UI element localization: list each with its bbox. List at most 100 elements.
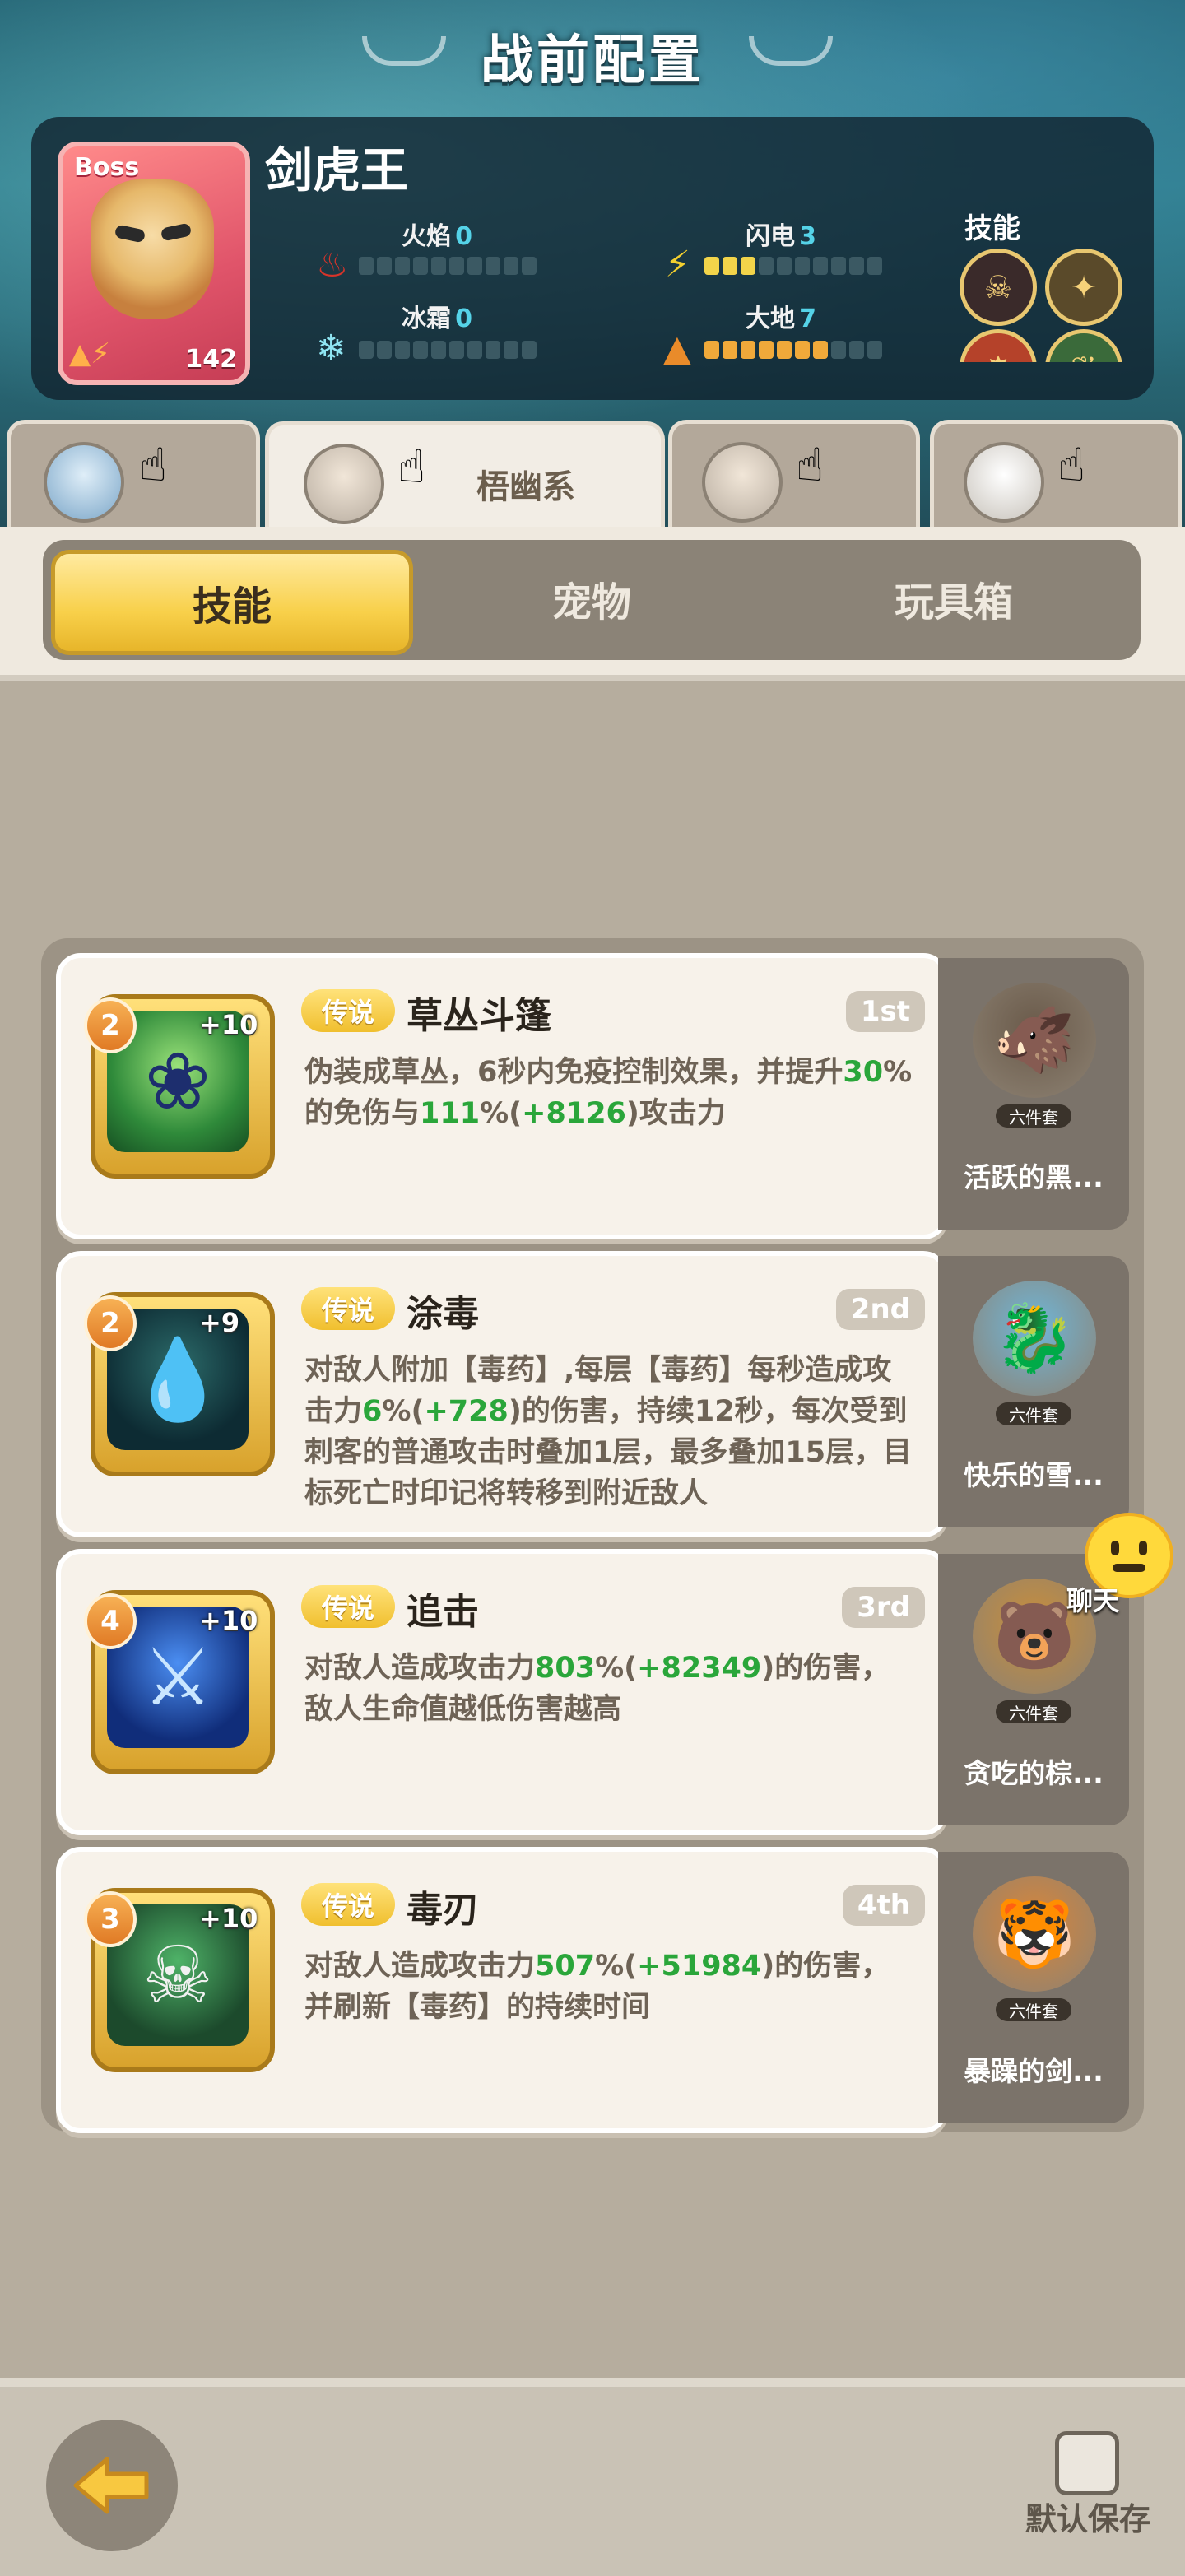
- progress-segment: [813, 341, 828, 359]
- attr-fire: 火焰 0: [402, 216, 472, 252]
- page-title: 战前配置: [481, 30, 704, 91]
- tab-skills[interactable]: 技能: [51, 550, 413, 655]
- skill-order-badge: 1st: [845, 991, 925, 1032]
- tab-pets[interactable]: 宠物: [415, 550, 769, 647]
- tab-toybox[interactable]: 玩具箱: [777, 550, 1131, 647]
- pet-set-badge: 六件套: [996, 1998, 1071, 2021]
- attr-frost: 冰霜 0: [402, 298, 472, 334]
- back-button[interactable]: [46, 2420, 178, 2551]
- pointing-hand-icon: ☝: [796, 439, 825, 492]
- progress-segment: [704, 257, 719, 275]
- pet-set-badge: 六件套: [996, 1700, 1071, 1723]
- equipped-pet-slot[interactable]: 🐉 六件套快乐的雪...: [938, 1256, 1129, 1527]
- attr-earth: 大地 7: [746, 298, 816, 334]
- progress-segment: [486, 257, 500, 275]
- progress-segment: [795, 257, 810, 275]
- progress-segment: [759, 341, 774, 359]
- back-arrow-icon: [73, 2457, 149, 2514]
- progress-segment: [704, 341, 719, 359]
- progress-segment: [395, 341, 410, 359]
- skill-card[interactable]: ❀ 2 +10 传说 草丛斗篷 1st 伪装成草丛，6秒内免疫控制效果，并提升30%的免伤与…: [56, 953, 948, 1239]
- attr-fire-value: 0: [455, 222, 472, 251]
- skill-plus-level: +10: [199, 1903, 258, 1934]
- boss-skill-leaf-icon[interactable]: ❦: [1045, 329, 1122, 362]
- character-tab-3[interactable]: ☝: [668, 420, 920, 531]
- progress-segment: [413, 257, 428, 275]
- boss-skill-bite-icon[interactable]: ☠: [960, 249, 1037, 326]
- boss-level: 142: [185, 345, 237, 374]
- character-tab-name: 梧幽系: [476, 468, 575, 506]
- character-avatar: [702, 442, 783, 523]
- attr-earth-value: 7: [799, 305, 816, 333]
- skill-description: 伪装成草丛，6秒内免疫控制效果，并提升30%的免伤与111%(+8126)攻击力: [304, 1056, 913, 1130]
- boss-tag: Boss: [74, 153, 140, 182]
- character-tab-4[interactable]: ☝: [930, 420, 1182, 531]
- skill-name: 草丛斗篷: [407, 995, 551, 1037]
- fire-icon: ♨: [316, 244, 349, 286]
- skill-level-badge: 3: [84, 1891, 137, 1947]
- progress-segment: [777, 341, 792, 359]
- skill-name: 追击: [407, 1591, 479, 1633]
- attr-fire-label: 火焰: [402, 222, 451, 251]
- pointing-hand-icon: ☝: [397, 440, 426, 494]
- progress-segment: [359, 341, 374, 359]
- default-save-checkbox[interactable]: [1055, 2431, 1119, 2495]
- progress-segment: [849, 341, 864, 359]
- pet-name: 快乐的雪...: [964, 1459, 1104, 1491]
- pet-set-badge: 六件套: [996, 1402, 1071, 1425]
- progress-segment: [504, 341, 518, 359]
- skill-plus-level: +10: [199, 1605, 258, 1636]
- character-tab-1[interactable]: ☝: [7, 420, 260, 531]
- skill-name: 涂毒: [407, 1293, 479, 1335]
- progress-segment: [467, 341, 482, 359]
- progress-segment: [723, 257, 737, 275]
- boss-portrait-card[interactable]: Boss ▲⚡ 142: [58, 142, 250, 385]
- progress-segment: [449, 257, 464, 275]
- pet-name: 贪吃的棕...: [964, 1757, 1104, 1789]
- progress-segment: [723, 341, 737, 359]
- pet-name: 暴躁的剑...: [964, 2055, 1104, 2087]
- pointing-hand-icon: ☝: [1057, 439, 1086, 492]
- progress-segment: [377, 257, 392, 275]
- pet-figure-icon: 🐉: [973, 1281, 1096, 1396]
- pet-figure-icon: 🐯: [973, 1876, 1096, 1992]
- skill-plus-level: +9: [199, 1307, 240, 1338]
- character-avatar: [304, 444, 384, 524]
- equipped-pet-slot[interactable]: 🐯 六件套暴躁的剑...: [938, 1852, 1129, 2123]
- progress-segment: [467, 257, 482, 275]
- chat-label[interactable]: 聊天: [1066, 1580, 1119, 1618]
- boss-skill-row-2: ✸ ❦: [960, 329, 1132, 362]
- character-tab-2[interactable]: ☝ 梧幽系: [265, 421, 665, 532]
- skill-rarity-badge: 传说: [301, 1883, 395, 1926]
- skill-card[interactable]: 💧 2 +9 传说 涂毒 2nd 对敌人附加【毒药】,每层【毒药】每秒造成攻击力6%(+72…: [56, 1251, 948, 1537]
- attr-frost-value: 0: [455, 305, 472, 333]
- progress-segment: [867, 341, 882, 359]
- skill-order-badge: 2nd: [835, 1289, 925, 1330]
- earth-icon: ▲: [663, 328, 691, 370]
- attr-lightning: 闪电 3: [746, 216, 816, 252]
- progress-segment: [759, 257, 774, 275]
- skill-rarity-badge: 传说: [301, 989, 395, 1032]
- skill-card[interactable]: ⚔ 4 +10 传说 追击 3rd 对敌人造成攻击力803%(+82349)的伤害，敌人生命…: [56, 1549, 948, 1835]
- progress-segment: [777, 257, 792, 275]
- progress-segment: [395, 257, 410, 275]
- boss-skill-roar-icon[interactable]: ✦: [1045, 249, 1122, 326]
- progress-segment: [849, 257, 864, 275]
- progress-segment: [486, 341, 500, 359]
- progress-segment: [522, 341, 537, 359]
- lightning-progress-bar: [704, 257, 882, 275]
- equipped-pet-slot[interactable]: 🐗 六件套 活跃的黑...: [938, 958, 1129, 1230]
- progress-segment: [831, 257, 846, 275]
- skill-card[interactable]: ☠ 3 +10 传说 毒刃 4th 对敌人造成攻击力507%(+51984)的伤害，并刷新【…: [56, 1847, 948, 2133]
- skill-level-badge: 2: [84, 1295, 137, 1351]
- bottom-bar: [0, 2378, 1185, 2576]
- skill-name: 毒刃: [407, 1889, 479, 1931]
- progress-segment: [413, 341, 428, 359]
- boss-skills-label: 技能: [964, 212, 1020, 245]
- attr-frost-label: 冰霜: [402, 305, 451, 333]
- character-avatar: [44, 442, 124, 523]
- boss-skill-fire-icon[interactable]: ✸: [960, 329, 1037, 362]
- progress-segment: [867, 257, 882, 275]
- progress-segment: [431, 257, 446, 275]
- progress-segment: [522, 257, 537, 275]
